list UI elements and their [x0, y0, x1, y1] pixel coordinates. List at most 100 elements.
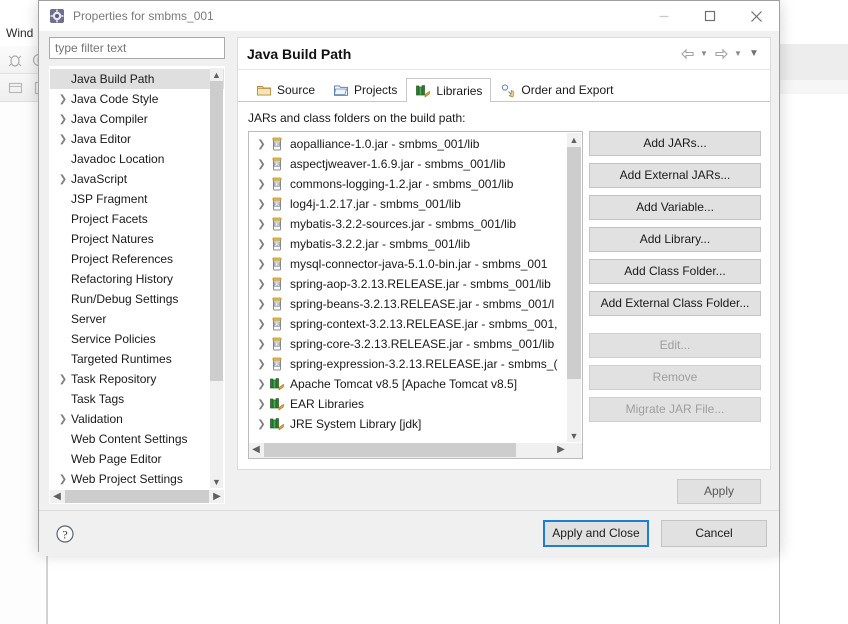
tree-scroll-right-arrow[interactable]: ▶ — [210, 490, 224, 503]
entry-expand-arrow-icon[interactable]: ❯ — [254, 139, 269, 150]
add-library-button[interactable]: Add Library... — [589, 227, 761, 252]
entry-expand-arrow-icon[interactable]: ❯ — [254, 319, 269, 330]
tree-item-project-references[interactable]: Project References — [50, 249, 224, 269]
tree-expand-arrow-icon[interactable]: ❯ — [56, 134, 70, 145]
tree-item-java-code-style[interactable]: ❯ Java Code Style — [50, 89, 224, 109]
list-horizontal-scrollbar[interactable]: ◀ ▶ — [249, 443, 582, 458]
add-class-folder-button[interactable]: Add Class Folder... — [589, 259, 761, 284]
new-window-icon[interactable] — [8, 80, 24, 96]
tab-source[interactable]: Source — [247, 77, 324, 101]
tab-libraries[interactable]: Libraries — [406, 78, 492, 102]
tree-item-java-build-path[interactable]: Java Build Path — [50, 69, 224, 89]
tree-item-web-page-editor[interactable]: Web Page Editor — [50, 449, 224, 469]
tree-scroll-down-arrow[interactable]: ▼ — [210, 475, 223, 488]
tree-expand-arrow-icon[interactable]: ❯ — [56, 414, 70, 425]
build-path-entry[interactable]: ❯ 010 mybatis-3.2.2-sources.jar - smbms_00… — [249, 214, 582, 234]
build-path-entry[interactable]: ❯ 010 spring-context-3.2.13.RELEASE.jar - … — [249, 314, 582, 334]
add-variable-button[interactable]: Add Variable... — [589, 195, 761, 220]
build-path-entry[interactable]: ❯ 010 spring-core-3.2.13.RELEASE.jar - smb… — [249, 334, 582, 354]
build-path-entry[interactable]: ❯ 010 aspectjweaver-1.6.9.jar - smbms_001/… — [249, 154, 582, 174]
tree-expand-arrow-icon[interactable]: ❯ — [56, 114, 70, 125]
tree-item-task-repository[interactable]: ❯ Task Repository — [50, 369, 224, 389]
add-jars-button[interactable]: Add JARs... — [589, 131, 761, 156]
tree-item-jsp-fragment[interactable]: JSP Fragment — [50, 189, 224, 209]
tree-hscrollbar-thumb[interactable] — [65, 490, 209, 503]
list-scroll-left-arrow[interactable]: ◀ — [249, 443, 263, 456]
tree-item-javadoc-location[interactable]: Javadoc Location — [50, 149, 224, 169]
entry-expand-arrow-icon[interactable]: ❯ — [254, 199, 269, 210]
tree-expand-arrow-icon[interactable]: ❯ — [56, 474, 70, 485]
tab-order-and-export[interactable]: Order and Export — [491, 77, 622, 101]
tree-item-java-editor[interactable]: ❯ Java Editor — [50, 129, 224, 149]
nav-forward-dropdown-icon[interactable]: ▼ — [732, 45, 744, 63]
build-path-entry[interactable]: ❯ 010 spring-aop-3.2.13.RELEASE.jar - smbm… — [249, 274, 582, 294]
entry-expand-arrow-icon[interactable]: ❯ — [254, 159, 269, 170]
apply-and-close-button[interactable]: Apply and Close — [543, 520, 649, 547]
entry-expand-arrow-icon[interactable]: ❯ — [254, 339, 269, 350]
tree-item-targeted-runtimes[interactable]: Targeted Runtimes — [50, 349, 224, 369]
entry-expand-arrow-icon[interactable]: ❯ — [254, 399, 269, 410]
tree-scroll-left-arrow[interactable]: ◀ — [50, 490, 64, 503]
tree-expand-arrow-icon[interactable]: ❯ — [56, 94, 70, 105]
tree-vertical-scrollbar[interactable]: ▲ ▼ — [210, 68, 223, 488]
maximize-button[interactable] — [687, 1, 733, 31]
entry-expand-arrow-icon[interactable]: ❯ — [254, 259, 269, 270]
tree-item-service-policies[interactable]: Service Policies — [50, 329, 224, 349]
build-path-entry[interactable]: ❯ 010 aopalliance-1.0.jar - smbms_001/lib — [249, 134, 582, 154]
cancel-button[interactable]: Cancel — [661, 520, 767, 547]
build-path-entry[interactable]: ❯ EAR Libraries — [249, 394, 582, 414]
build-path-list[interactable]: ❯ 010 aopalliance-1.0.jar - smbms_001/lib ❯… — [248, 131, 583, 459]
nav-back-dropdown-icon[interactable]: ▼ — [698, 45, 710, 63]
tree-expand-arrow-icon[interactable]: ❯ — [56, 374, 70, 385]
tree-item-web-project-settings[interactable]: ❯ Web Project Settings — [50, 469, 224, 489]
list-scroll-up-arrow[interactable]: ▲ — [567, 133, 581, 146]
list-hscrollbar-thumb[interactable] — [264, 443, 516, 457]
tree-item-project-facets[interactable]: Project Facets — [50, 209, 224, 229]
entry-expand-arrow-icon[interactable]: ❯ — [254, 299, 269, 310]
entry-expand-arrow-icon[interactable]: ❯ — [254, 239, 269, 250]
add-external-jars-button[interactable]: Add External JARs... — [589, 163, 761, 188]
build-path-entry[interactable]: ❯ 010 spring-beans-3.2.13.RELEASE.jar - sm… — [249, 294, 582, 314]
build-path-entry[interactable]: ❯ 010 mysql-connector-java-5.1.0-bin.jar -… — [249, 254, 582, 274]
list-scroll-right-arrow[interactable]: ▶ — [554, 443, 568, 456]
tree-item-refactoring-history[interactable]: Refactoring History — [50, 269, 224, 289]
entry-expand-arrow-icon[interactable]: ❯ — [254, 179, 269, 190]
entry-expand-arrow-icon[interactable]: ❯ — [254, 279, 269, 290]
tree-item-validation[interactable]: ❯ Validation — [50, 409, 224, 429]
list-vertical-scrollbar[interactable]: ▲ ▼ — [567, 133, 581, 442]
list-scrollbar-thumb[interactable] — [567, 147, 581, 379]
filter-input[interactable] — [49, 37, 225, 59]
dialog-titlebar[interactable]: Properties for smbms_001 — [39, 1, 779, 31]
entry-expand-arrow-icon[interactable]: ❯ — [254, 379, 269, 390]
entry-expand-arrow-icon[interactable]: ❯ — [254, 359, 269, 370]
help-question-icon[interactable]: ? — [55, 524, 75, 544]
build-path-entry[interactable]: ❯ 010 log4j-1.2.17.jar - smbms_001/lib — [249, 194, 582, 214]
nav-forward-icon[interactable] — [712, 45, 730, 63]
tab-projects[interactable]: Projects — [324, 77, 406, 101]
apply-button[interactable]: Apply — [677, 479, 761, 504]
list-scroll-down-arrow[interactable]: ▼ — [567, 429, 581, 442]
tree-item-project-natures[interactable]: Project Natures — [50, 229, 224, 249]
entry-expand-arrow-icon[interactable]: ❯ — [254, 419, 269, 430]
nav-back-icon[interactable] — [678, 45, 696, 63]
entry-expand-arrow-icon[interactable]: ❯ — [254, 219, 269, 230]
build-path-entry[interactable]: ❯ JRE System Library [jdk] — [249, 414, 582, 434]
tree-expand-arrow-icon[interactable]: ❯ — [56, 174, 70, 185]
tree-horizontal-scrollbar[interactable]: ◀ ▶ — [50, 489, 224, 503]
build-path-entry[interactable]: ❯ 010 spring-expression-3.2.13.RELEASE.jar… — [249, 354, 582, 374]
build-path-entry[interactable]: ❯ Apache Tomcat v8.5 [Apache Tomcat v8.5] — [249, 374, 582, 394]
tree-item-task-tags[interactable]: Task Tags — [50, 389, 224, 409]
tree-item-web-content-settings[interactable]: Web Content Settings — [50, 429, 224, 449]
nav-menu-icon[interactable]: ▼ — [746, 45, 762, 63]
tree-scrollbar-thumb[interactable] — [210, 81, 223, 381]
build-path-entry[interactable]: ❯ 010 commons-logging-1.2.jar - smbms_001/… — [249, 174, 582, 194]
tree-scroll-up-arrow[interactable]: ▲ — [210, 68, 223, 81]
close-button[interactable] — [733, 1, 779, 31]
add-external-class-folder-button[interactable]: Add External Class Folder... — [589, 291, 761, 316]
debug-icon[interactable] — [8, 52, 24, 68]
tree-item-javascript[interactable]: ❯ JavaScript — [50, 169, 224, 189]
tree-item-java-compiler[interactable]: ❯ Java Compiler — [50, 109, 224, 129]
tree-item-server[interactable]: Server — [50, 309, 224, 329]
tree-item-run-debug-settings[interactable]: Run/Debug Settings — [50, 289, 224, 309]
build-path-entry[interactable]: ❯ 010 mybatis-3.2.2.jar - smbms_001/lib — [249, 234, 582, 254]
